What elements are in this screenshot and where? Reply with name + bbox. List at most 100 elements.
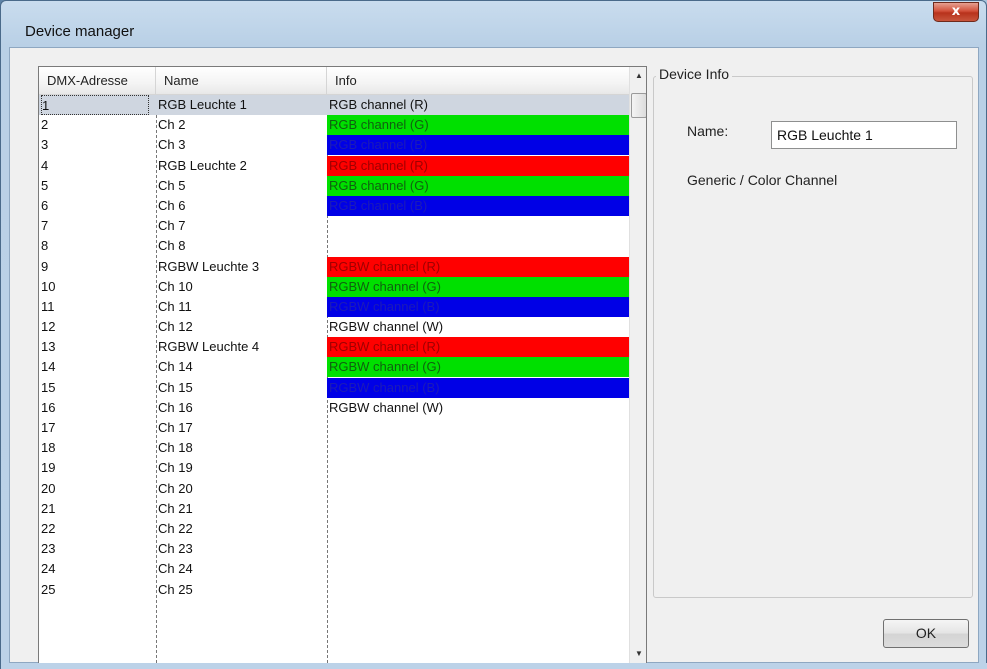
table-row[interactable]: 4 RGB Leuchte 2 RGB channel (R): [39, 155, 629, 176]
cell-dmx-address: 4: [41, 157, 49, 173]
cell-info: RGBW channel (R): [327, 256, 629, 277]
cell-dmx-address: 10: [41, 278, 56, 294]
cell-dmx-address: 5: [41, 177, 49, 193]
cell-info: RGBW channel (G): [327, 276, 629, 297]
cell-info: [327, 438, 629, 458]
column-header-name[interactable]: Name: [156, 67, 327, 94]
scroll-up-icon[interactable]: ▲: [630, 67, 646, 85]
cell-name: RGBW Leuchte 4: [158, 339, 260, 355]
cell-dmx-address: 23: [41, 541, 56, 557]
window-frame-bottom: [1, 663, 987, 669]
cell-name: Ch 16: [158, 399, 193, 415]
device-info-title: Device Info: [656, 66, 733, 82]
cell-info: RGB channel (G): [327, 115, 629, 136]
table-row[interactable]: 13 RGBW Leuchte 4 RGBW channel (R): [39, 337, 629, 358]
name-field[interactable]: RGB Leuchte 1: [771, 121, 957, 149]
table-row[interactable]: 1 RGB Leuchte 1 RGB channel (R): [39, 95, 629, 116]
cell-info: RGBW channel (B): [327, 377, 629, 398]
cell-dmx-address: 17: [41, 420, 56, 435]
cell-dmx-address: 18: [41, 440, 56, 456]
cell-info: RGB channel (R): [327, 155, 629, 176]
cell-name: Ch 22: [158, 520, 193, 536]
cell-dmx-address: 2: [41, 117, 49, 133]
table-row[interactable]: 17 Ch 17: [39, 418, 629, 438]
table-row[interactable]: 22 Ch 22: [39, 519, 629, 539]
table-row[interactable]: 21 Ch 21: [39, 499, 629, 519]
table-row[interactable]: 16 Ch 16 RGBW channel (W): [39, 398, 629, 418]
table-row[interactable]: 11 Ch 11 RGBW channel (B): [39, 296, 629, 317]
cell-dmx-address: 21: [41, 500, 56, 516]
cell-dmx-address: 11: [41, 298, 55, 314]
close-icon: x: [951, 4, 961, 19]
cell-dmx-address: 7: [41, 218, 49, 234]
cell-dmx-address: 14: [41, 359, 56, 375]
cell-dmx-address: 1: [41, 95, 149, 115]
table-row[interactable]: 25 Ch 25: [39, 580, 629, 600]
table-row[interactable]: 19 Ch 19: [39, 458, 629, 478]
table-row[interactable]: 2 Ch 2 RGB channel (G): [39, 115, 629, 136]
cell-info: [327, 216, 629, 236]
column-header-dmx-address[interactable]: DMX-Adresse: [39, 67, 156, 94]
table-row[interactable]: 18 Ch 18: [39, 438, 629, 458]
table-row[interactable]: 15 Ch 15 RGBW channel (B): [39, 377, 629, 398]
scrollbar-thumb[interactable]: [631, 93, 646, 118]
cell-dmx-address: 15: [41, 379, 56, 395]
cell-info: RGBW channel (B): [327, 296, 629, 317]
table-row[interactable]: 14 Ch 14 RGBW channel (G): [39, 357, 629, 378]
table-row[interactable]: 6 Ch 6 RGB channel (B): [39, 195, 629, 216]
cell-info: [327, 479, 629, 499]
table-row[interactable]: 20 Ch 20: [39, 479, 629, 499]
title-bar[interactable]: Device manager x: [1, 1, 986, 47]
table-row[interactable]: 8 Ch 8: [39, 236, 629, 256]
cell-info: RGB channel (B): [327, 195, 629, 216]
vertical-scrollbar[interactable]: ▲ ▼: [629, 67, 646, 663]
table-row[interactable]: 3 Ch 3 RGB channel (B): [39, 135, 629, 156]
cell-name: Ch 12: [158, 319, 193, 335]
close-button[interactable]: x: [933, 2, 979, 22]
table-row[interactable]: 23 Ch 23: [39, 539, 629, 559]
device-list[interactable]: DMX-Adresse Name Info 1 RGB Leuchte 1 RGB …: [38, 66, 647, 664]
cell-info: RGBW channel (W): [329, 399, 444, 415]
cell-name: Ch 25: [158, 581, 193, 597]
cell-name: Ch 7: [158, 218, 186, 234]
cell-name: Ch 18: [158, 440, 193, 456]
cell-name: Ch 23: [158, 541, 193, 557]
cell-info: [327, 539, 629, 559]
cell-info: [327, 236, 629, 256]
cell-name: Ch 3: [158, 137, 186, 153]
cell-name: Ch 5: [158, 177, 186, 193]
cell-dmx-address: 8: [41, 238, 49, 254]
table-row[interactable]: 7 Ch 7: [39, 216, 629, 236]
cell-name: RGBW Leuchte 3: [158, 258, 260, 274]
list-rows: 1 RGB Leuchte 1 RGB channel (R) 2 Ch 2 RGB ch…: [39, 95, 629, 600]
cell-info: RGB channel (B): [327, 135, 629, 156]
cell-dmx-address: 25: [41, 581, 56, 597]
cell-name: RGB Leuchte 1: [156, 95, 326, 115]
cell-dmx-address: 3: [41, 137, 49, 153]
table-row[interactable]: 5 Ch 5 RGB channel (G): [39, 175, 629, 196]
column-header-info[interactable]: Info: [327, 67, 629, 94]
cell-info: RGBW channel (W): [329, 319, 444, 335]
table-row[interactable]: 12 Ch 12 RGBW channel (W): [39, 317, 629, 337]
table-row[interactable]: 9 RGBW Leuchte 3 RGBW channel (R): [39, 256, 629, 277]
cell-name: Ch 20: [158, 480, 193, 496]
table-row[interactable]: 10 Ch 10 RGBW channel (G): [39, 276, 629, 297]
cell-info: RGB channel (G): [327, 175, 629, 196]
cell-name: Ch 14: [158, 359, 193, 375]
cell-info: [327, 458, 629, 478]
cell-dmx-address: 13: [41, 339, 56, 355]
cell-info: [327, 559, 629, 579]
dialog-client-area: DMX-Adresse Name Info 1 RGB Leuchte 1 RGB …: [9, 47, 979, 664]
table-row[interactable]: 24 Ch 24: [39, 559, 629, 579]
ok-button[interactable]: OK: [883, 619, 969, 648]
cell-info: RGBW channel (G): [327, 357, 629, 378]
cell-dmx-address: 20: [41, 480, 56, 496]
cell-name: Ch 11: [158, 298, 192, 314]
cell-name: Ch 17: [158, 420, 193, 435]
device-type-text: Generic / Color Channel: [687, 172, 838, 188]
device-info-group: [653, 76, 973, 598]
cell-name: RGB Leuchte 2: [158, 157, 247, 173]
cell-name: Ch 19: [158, 460, 193, 476]
cell-dmx-address: 19: [41, 460, 56, 476]
scroll-down-icon[interactable]: ▼: [630, 645, 646, 663]
